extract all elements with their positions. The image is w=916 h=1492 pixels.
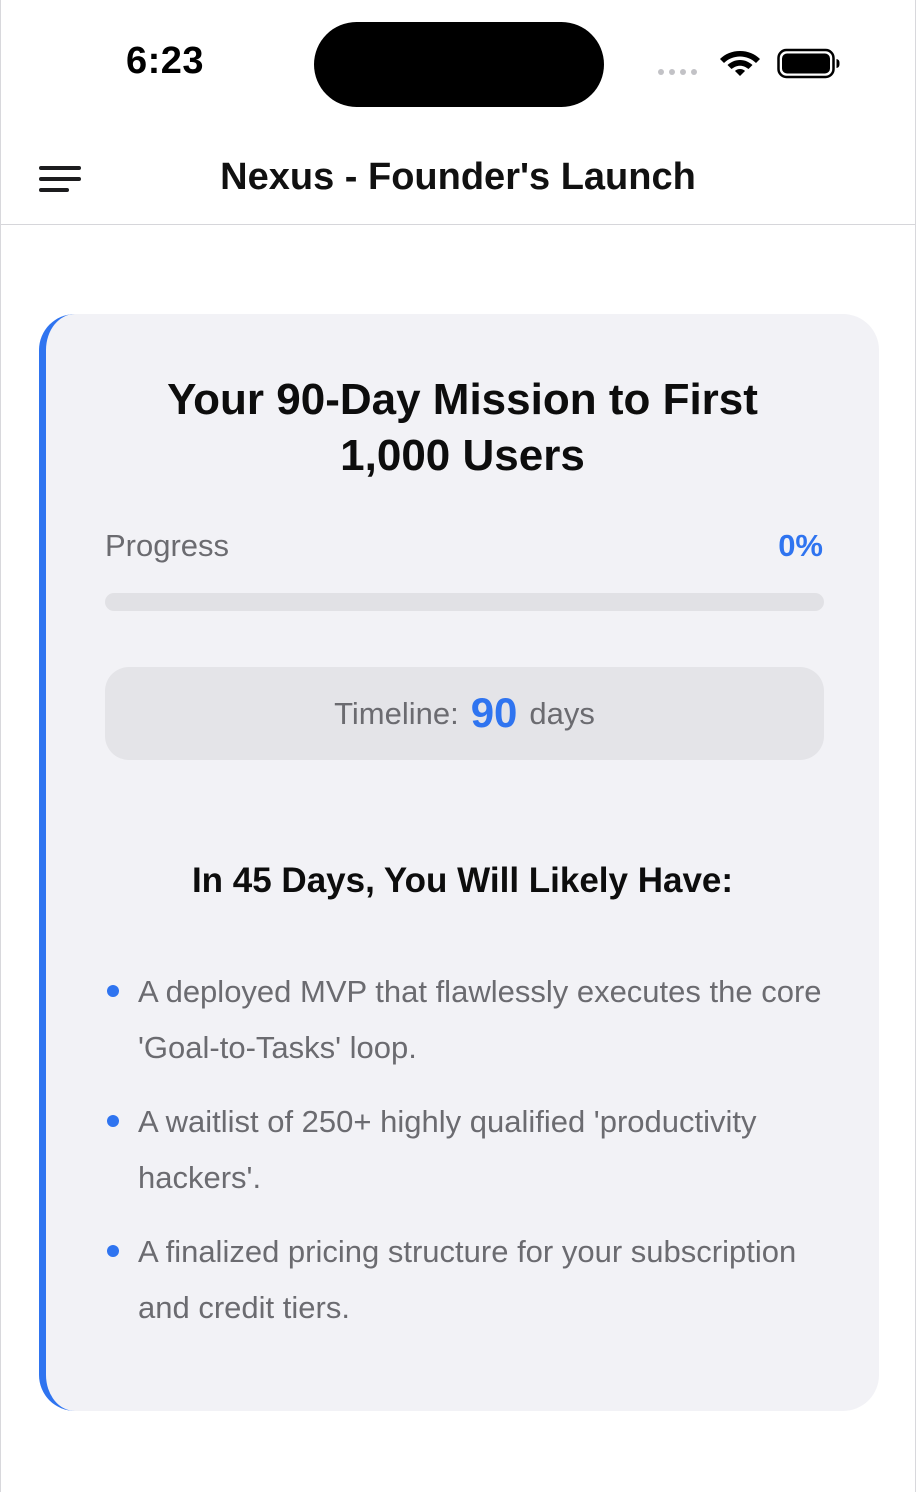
card-title: Your 90-Day Mission to First 1,000 Users [167,375,758,480]
nav-title: Nexus - Founder's Launch [220,156,696,198]
dynamic-island [314,22,604,107]
progress-value: 0% [778,528,823,563]
timeline-unit: days [529,695,595,731]
outcome-text: A finalized pricing structure for your s… [138,1234,797,1325]
progress-bar [105,593,824,611]
bullet-dot-icon [107,1115,119,1127]
timeline-number: 90 [470,688,518,736]
progress-label: Progress [105,528,230,563]
outcome-item: A deployed MVP that flawlessly executes … [105,964,825,1076]
status-time: 6:23 [126,40,205,82]
bullet-dot-icon [107,1245,119,1257]
outcome-item: A finalized pricing structure for your s… [105,1224,825,1336]
battery-icon [777,48,840,79]
bullet-dot-icon [107,985,119,997]
outcomes-list: A deployed MVP that flawlessly executes … [105,964,825,1354]
outcome-item: A waitlist of 250+ highly qualified 'pro… [105,1094,825,1206]
mission-card: Your 90-Day Mission to First 1,000 Users… [39,314,879,1411]
status-bar: 6:23 [1,0,915,130]
nav-bar: Nexus - Founder's Launch [1,130,915,225]
timeline-label: Timeline: [334,695,459,731]
wifi-icon [720,51,760,76]
signal-dots-icon [658,69,697,75]
timeline-box: Timeline: 90 days [105,667,824,760]
outcomes-heading: In 45 Days, You Will Likely Have: [191,861,734,900]
outcome-text: A deployed MVP that flawlessly executes … [138,974,822,1065]
outcome-text: A waitlist of 250+ highly qualified 'pro… [138,1104,757,1195]
